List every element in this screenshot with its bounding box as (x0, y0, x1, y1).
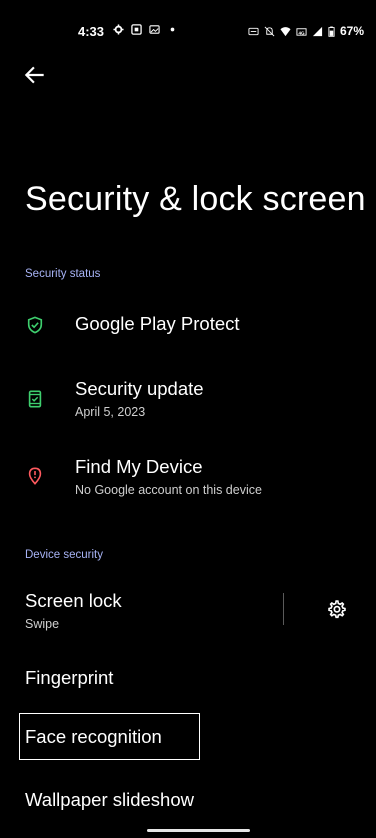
status-left-icons (113, 24, 178, 35)
back-arrow-icon[interactable] (22, 62, 48, 88)
item-subtitle: No Google account on this device (75, 483, 262, 497)
item-title: Face recognition (25, 726, 162, 747)
phone-check-icon (28, 390, 42, 408)
signal-icon (312, 26, 323, 36)
volte-icon: 4G (296, 27, 307, 36)
settings-notification-icon (113, 24, 124, 35)
status-bar: 4:33 4G 67% (0, 0, 376, 39)
item-title: Google Play Protect (75, 313, 240, 334)
vertical-divider (283, 593, 284, 625)
dot-icon (170, 27, 175, 32)
section-header-security-status: Security status (25, 268, 101, 280)
status-time: 4:33 (78, 24, 105, 39)
nfc-icon (248, 27, 259, 35)
page-title: Security & lock screen (25, 180, 366, 218)
status-right-icons: 4G 67% (248, 24, 364, 38)
svg-text:4G: 4G (298, 30, 305, 35)
item-subtitle: April 5, 2023 (75, 405, 146, 419)
item-wallpaper-slideshow[interactable]: Wallpaper slideshow (0, 780, 376, 820)
item-security-update[interactable]: Security update April 5, 2023 (0, 370, 376, 430)
screen-lock-settings-gear-icon[interactable] (327, 599, 347, 619)
item-title: Security update (75, 378, 204, 399)
item-screen-lock[interactable]: Screen lock Swipe (0, 580, 270, 640)
item-subtitle: Swipe (25, 617, 60, 631)
home-gesture-bar[interactable] (147, 829, 250, 832)
item-find-my-device[interactable]: Find My Device No Google account on this… (0, 450, 376, 510)
section-header-device-security: Device security (25, 549, 103, 561)
item-title: Screen lock (25, 590, 122, 611)
item-title: Wallpaper slideshow (25, 789, 194, 810)
item-fingerprint[interactable]: Fingerprint (0, 657, 376, 699)
battery-percent: 67% (339, 24, 364, 38)
shield-check-icon (27, 316, 43, 334)
item-title: Fingerprint (25, 667, 114, 688)
screenshot-notification-icon (131, 24, 142, 35)
item-face-recognition[interactable]: Face recognition (0, 714, 376, 758)
image-notification-icon (149, 25, 160, 34)
item-google-play-protect[interactable]: Google Play Protect (0, 300, 376, 352)
mute-icon (264, 26, 275, 36)
location-alert-icon (28, 467, 42, 485)
wifi-icon (280, 26, 291, 36)
item-title: Find My Device (75, 456, 203, 477)
battery-icon (328, 26, 335, 37)
